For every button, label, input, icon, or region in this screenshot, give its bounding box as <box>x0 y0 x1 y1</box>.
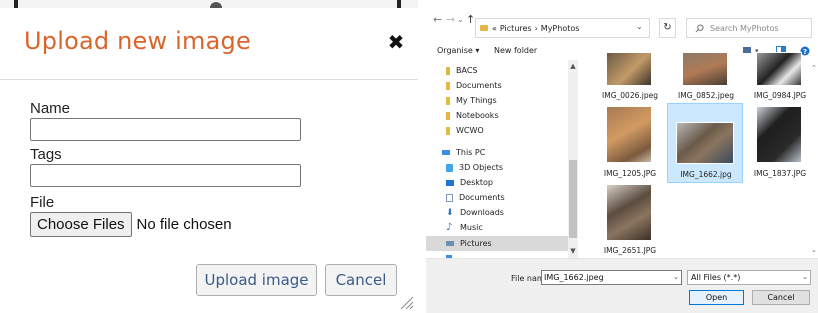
computer-icon <box>442 150 450 155</box>
chevron-down-icon[interactable]: ⌄ <box>670 270 682 285</box>
tags-input[interactable] <box>30 164 301 187</box>
nav-item-documents[interactable]: Documents <box>426 190 568 205</box>
file-name-input[interactable]: IMG_1662.jpeg <box>541 270 682 285</box>
nav-item-my-things[interactable]: My Things <box>426 93 568 108</box>
nav-item-documents-folder[interactable]: Documents <box>426 78 568 93</box>
breadcrumb-overflow[interactable]: « <box>492 24 497 33</box>
document-icon <box>446 193 453 202</box>
recent-dropdown-icon[interactable]: ⌄ <box>457 15 464 24</box>
file-item[interactable]: IMG_2651.JPG <box>592 181 668 259</box>
nav-item-notebooks[interactable]: Notebooks <box>426 108 568 123</box>
upload-image-button[interactable]: Upload image <box>196 264 317 296</box>
no-file-chosen-text: No file chosen <box>136 215 232 233</box>
close-icon[interactable]: ✖ <box>386 32 406 52</box>
nav-item-3d-objects[interactable]: 3D Objects <box>426 160 568 175</box>
address-row: ← → ⌄ ↑ « Pictures › MyPhotos ⌄ ↻ Search… <box>426 0 818 40</box>
search-icon <box>695 23 704 32</box>
svg-text:?: ? <box>803 48 807 56</box>
search-placeholder: Search MyPhotos <box>710 23 779 33</box>
scroll-up-icon[interactable]: ⌃ <box>811 64 817 72</box>
photo-thumbnail <box>756 106 802 163</box>
file-picker-dialog: ← → ⌄ ↑ « Pictures › MyPhotos ⌄ ↻ Search… <box>426 0 818 313</box>
file-input: Choose Files No file chosen <box>30 211 232 237</box>
nav-scroll-thumb[interactable] <box>569 160 577 238</box>
scroll-up-icon[interactable]: ▲ <box>568 62 578 70</box>
folder-icon <box>446 111 450 120</box>
folder-icon <box>446 66 450 75</box>
nav-item-pictures[interactable]: Pictures <box>426 236 568 251</box>
search-input[interactable]: Search MyPhotos <box>686 18 812 38</box>
back-arrow-icon[interactable]: ← <box>433 13 442 26</box>
scroll-down-icon[interactable]: ⌄ <box>811 246 817 254</box>
nav-scrollbar[interactable]: ▲ ▼ <box>568 60 578 258</box>
open-button[interactable]: Open <box>689 290 744 305</box>
photo-thumbnail <box>606 184 652 241</box>
photo-thumbnail <box>756 52 802 86</box>
refresh-icon[interactable]: ↻ <box>659 18 676 38</box>
resize-handle-icon[interactable] <box>398 294 414 310</box>
tags-label: Tags <box>30 146 62 163</box>
scroll-down-icon[interactable]: ▼ <box>568 247 578 255</box>
name-input[interactable] <box>30 118 301 141</box>
nav-item-desktop[interactable]: Desktop <box>426 175 568 190</box>
up-arrow-icon[interactable]: ↑ <box>466 13 475 26</box>
download-icon: ⬇ <box>446 207 454 218</box>
new-folder-button[interactable]: New folder <box>494 46 537 55</box>
photo-thumbnail <box>682 52 728 86</box>
chevron-down-icon[interactable]: ⌄ <box>800 270 810 285</box>
folder-icon <box>446 126 450 135</box>
file-item-selected[interactable]: IMG_1662.jpg <box>667 103 743 183</box>
nav-item-wcwo[interactable]: WCWO <box>426 123 568 138</box>
breadcrumb-myphotos[interactable]: MyPhotos <box>541 24 580 33</box>
choose-files-button[interactable]: Choose Files <box>30 211 132 237</box>
modal-divider <box>0 79 418 80</box>
folder-icon <box>480 25 488 31</box>
nav-item-bacs[interactable]: BACS <box>426 63 568 78</box>
folder-icon <box>446 96 450 105</box>
nav-item-downloads[interactable]: ⬇ Downloads <box>426 205 568 220</box>
chevron-down-icon[interactable]: ⌄ <box>636 22 643 31</box>
modal-title: Upload new image <box>24 27 251 55</box>
file-type-select[interactable]: All Files (*.*) <box>687 270 811 285</box>
picker-footer: File name: IMG_1662.jpeg ⌄ All Files (*.… <box>426 258 818 313</box>
forward-arrow-icon[interactable]: → <box>446 13 455 26</box>
photo-thumbnail <box>606 106 652 163</box>
photo-thumbnail <box>606 52 652 86</box>
nav-item-this-pc[interactable]: This PC <box>426 145 568 160</box>
file-label: File <box>30 194 55 211</box>
file-list: IMG_0026.jpeg IMG_0852.jpeg IMG_0984.JPG… <box>586 52 818 259</box>
pictures-icon <box>446 241 454 246</box>
breadcrumb-separator: › <box>534 23 538 33</box>
desktop-icon <box>446 179 454 186</box>
organise-menu[interactable]: Organise ▾ <box>437 46 479 55</box>
cancel-button[interactable]: Cancel <box>325 264 397 296</box>
nav-item-music[interactable]: ♪ Music <box>426 220 568 235</box>
cube-icon <box>446 163 453 172</box>
background-page-strip <box>0 0 418 8</box>
navigation-pane: BACS Documents My Things Notebooks WCWO … <box>426 60 578 258</box>
upload-modal: Upload new image ✖ Name Tags File Choose… <box>0 0 418 313</box>
music-icon: ♪ <box>446 221 453 233</box>
folder-icon <box>446 81 450 90</box>
file-list-scrollbar[interactable]: ⌃ ⌄ <box>811 60 818 258</box>
name-label: Name <box>30 100 71 117</box>
address-bar[interactable]: « Pictures › MyPhotos ⌄ <box>475 18 650 38</box>
file-item[interactable]: IMG_1205.JPG <box>592 103 668 183</box>
photo-thumbnail <box>676 122 734 164</box>
file-item[interactable]: IMG_1837.JPG <box>742 103 818 183</box>
breadcrumb-pictures[interactable]: Pictures <box>500 24 532 33</box>
picker-cancel-button[interactable]: Cancel <box>752 290 810 305</box>
